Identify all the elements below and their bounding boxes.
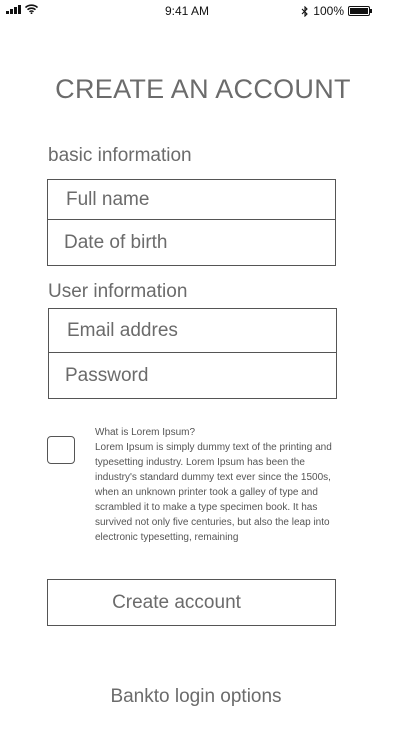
status-bar: 9:41 AM 100% <box>0 0 414 22</box>
bluetooth-icon <box>301 5 309 17</box>
battery-percent: 100% <box>313 4 344 18</box>
battery-icon <box>348 6 372 16</box>
date-of-birth-placeholder: Date of birth <box>64 231 168 253</box>
terms-heading: What is Lorem Ipsum? <box>95 427 196 438</box>
email-field[interactable]: Email addres <box>48 308 337 353</box>
terms-text: What is Lorem Ipsum? Lorem Ipsum is simp… <box>95 425 345 545</box>
password-field[interactable]: Password <box>48 352 337 399</box>
terms-checkbox[interactable] <box>47 436 75 464</box>
full-name-placeholder: Full name <box>66 188 150 210</box>
terms-body: Lorem Ipsum is simply dummy text of the … <box>95 442 332 543</box>
password-placeholder: Password <box>65 364 149 386</box>
full-name-field[interactable]: Full name <box>47 179 336 220</box>
page-title: CREATE AN ACCOUNT <box>55 74 351 104</box>
login-options-link[interactable]: Bankto login options <box>0 686 392 708</box>
status-right: 100% <box>301 4 372 18</box>
create-account-label: Create account <box>112 591 241 613</box>
create-account-button[interactable]: Create account <box>47 579 336 626</box>
basic-information-label: basic information <box>48 145 192 166</box>
date-of-birth-field[interactable]: Date of birth <box>47 219 336 266</box>
user-information-label: User information <box>48 281 188 302</box>
email-placeholder: Email addres <box>67 319 178 341</box>
